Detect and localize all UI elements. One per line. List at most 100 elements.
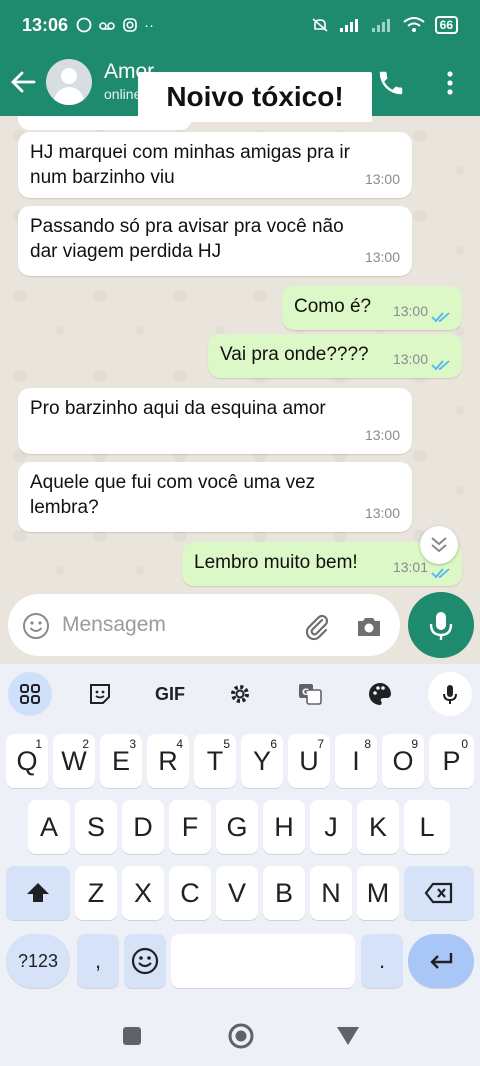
key-letter: R: [158, 745, 178, 776]
message-text-line: lembra?: [30, 497, 99, 518]
period-key[interactable]: .: [361, 934, 403, 988]
key-letter: U: [299, 745, 319, 776]
key-number-hint: 6: [270, 737, 277, 751]
key-p[interactable]: P0: [429, 734, 474, 788]
key-j[interactable]: J: [310, 800, 352, 854]
read-receipt-icon: [431, 312, 450, 323]
gif-button[interactable]: GIF: [148, 672, 192, 716]
message-time: 13:00: [392, 303, 428, 319]
more-options-icon[interactable]: [440, 68, 460, 98]
phone-call-icon[interactable]: [376, 68, 406, 98]
message-time: 13:00: [364, 249, 400, 265]
voice-typing-button[interactable]: [428, 672, 472, 716]
camera-icon[interactable]: [354, 612, 384, 642]
key-i[interactable]: I8: [335, 734, 377, 788]
enter-key[interactable]: [408, 934, 474, 988]
symbols-key[interactable]: ?123: [6, 934, 70, 988]
message-time: 13:00: [392, 351, 428, 367]
key-m[interactable]: M: [357, 866, 399, 920]
key-v[interactable]: V: [216, 866, 258, 920]
read-receipt-icon: [431, 568, 450, 579]
key-u[interactable]: U7: [288, 734, 330, 788]
key-x[interactable]: X: [122, 866, 164, 920]
key-a[interactable]: A: [28, 800, 70, 854]
message-input-box[interactable]: [8, 594, 400, 656]
wifi-icon: [403, 17, 425, 32]
avatar[interactable]: [46, 59, 92, 105]
message-text-line: dar viagem perdida HJ: [30, 241, 222, 262]
message-bubble-incoming[interactable]: Aquele que fui com você uma vez lembra? …: [18, 462, 412, 532]
mute-icon: [312, 18, 328, 32]
contact-status: online: [104, 86, 142, 102]
message-bubble-incoming[interactable]: HJ marquei com minhas amigas pra ir num …: [18, 132, 412, 198]
whatsapp-notification-icon: [76, 17, 92, 33]
status-time: 13:06: [22, 14, 69, 35]
key-letter: I: [352, 745, 360, 776]
spacebar[interactable]: [171, 934, 355, 988]
shift-key[interactable]: [6, 866, 70, 920]
message-input[interactable]: [62, 608, 282, 642]
key-number-hint: 0: [461, 737, 468, 751]
key-o[interactable]: O9: [382, 734, 424, 788]
key-c[interactable]: C: [169, 866, 211, 920]
sticker-button[interactable]: [78, 672, 122, 716]
svg-text:G: G: [302, 688, 309, 698]
back-icon[interactable]: [336, 1026, 360, 1046]
key-g[interactable]: G: [216, 800, 258, 854]
system-nav-bar: [0, 1006, 480, 1066]
battery-indicator: 66: [434, 16, 458, 34]
emoji-key[interactable]: [124, 934, 166, 988]
key-b[interactable]: B: [263, 866, 305, 920]
key-z[interactable]: Z: [75, 866, 117, 920]
key-letter: Y: [252, 745, 271, 776]
key-n[interactable]: N: [310, 866, 352, 920]
recent-apps-icon[interactable]: [122, 1026, 142, 1046]
key-e[interactable]: E3: [100, 734, 142, 788]
chat-area[interactable]: HJ marquei com minhas amigas pra ir num …: [0, 116, 480, 600]
message-bubble-incoming[interactable]: Pro barzinho aqui da esquina amor 13:00: [18, 388, 412, 454]
key-number-hint: 2: [82, 737, 89, 751]
key-r[interactable]: R4: [147, 734, 189, 788]
key-letter: T: [206, 745, 224, 776]
key-number-hint: 1: [35, 737, 42, 751]
key-d[interactable]: D: [122, 800, 164, 854]
key-w[interactable]: W2: [53, 734, 95, 788]
key-y[interactable]: Y6: [241, 734, 283, 788]
key-f[interactable]: F: [169, 800, 211, 854]
emoji-icon[interactable]: [22, 612, 50, 640]
settings-button[interactable]: [218, 672, 262, 716]
key-number-hint: 5: [223, 737, 230, 751]
theme-button[interactable]: [358, 672, 402, 716]
keyboard-apps-button[interactable]: [8, 672, 52, 716]
key-number-hint: 8: [364, 737, 371, 751]
read-receipt-icon: [431, 360, 450, 371]
keyboard-toolbar: GIF G: [0, 664, 480, 722]
key-number-hint: 4: [176, 737, 183, 751]
home-icon[interactable]: [227, 1022, 255, 1050]
voice-message-button[interactable]: [408, 592, 474, 658]
back-arrow-icon[interactable]: [8, 64, 38, 100]
paperclip-icon[interactable]: [302, 612, 332, 642]
translate-button[interactable]: G: [288, 672, 332, 716]
comma-key[interactable]: ,: [77, 934, 119, 988]
message-text-line: Passando só pra avisar pra você não: [30, 216, 344, 237]
emoji-icon: [131, 947, 159, 975]
message-composer: [0, 588, 480, 664]
backspace-key[interactable]: [404, 866, 474, 920]
key-k[interactable]: K: [357, 800, 399, 854]
message-time: 13:00: [364, 427, 400, 443]
message-bubble-outgoing[interactable]: Vai pra onde???? 13:00: [208, 334, 462, 378]
message-text-line: Aquele que fui com você uma vez: [30, 472, 316, 493]
key-number-hint: 3: [129, 737, 136, 751]
key-s[interactable]: S: [75, 800, 117, 854]
more-notifications-icon: ··: [144, 16, 155, 34]
sticker-icon: [90, 684, 110, 704]
key-number-hint: 9: [411, 737, 418, 751]
key-t[interactable]: T5: [194, 734, 236, 788]
key-h[interactable]: H: [263, 800, 305, 854]
message-bubble-outgoing[interactable]: Como é? 13:00: [282, 286, 462, 330]
key-q[interactable]: Q1: [6, 734, 48, 788]
key-l[interactable]: L: [404, 800, 450, 854]
message-bubble-incoming[interactable]: Passando só pra avisar pra você não dar …: [18, 206, 412, 276]
scroll-to-bottom-button[interactable]: [420, 526, 458, 564]
